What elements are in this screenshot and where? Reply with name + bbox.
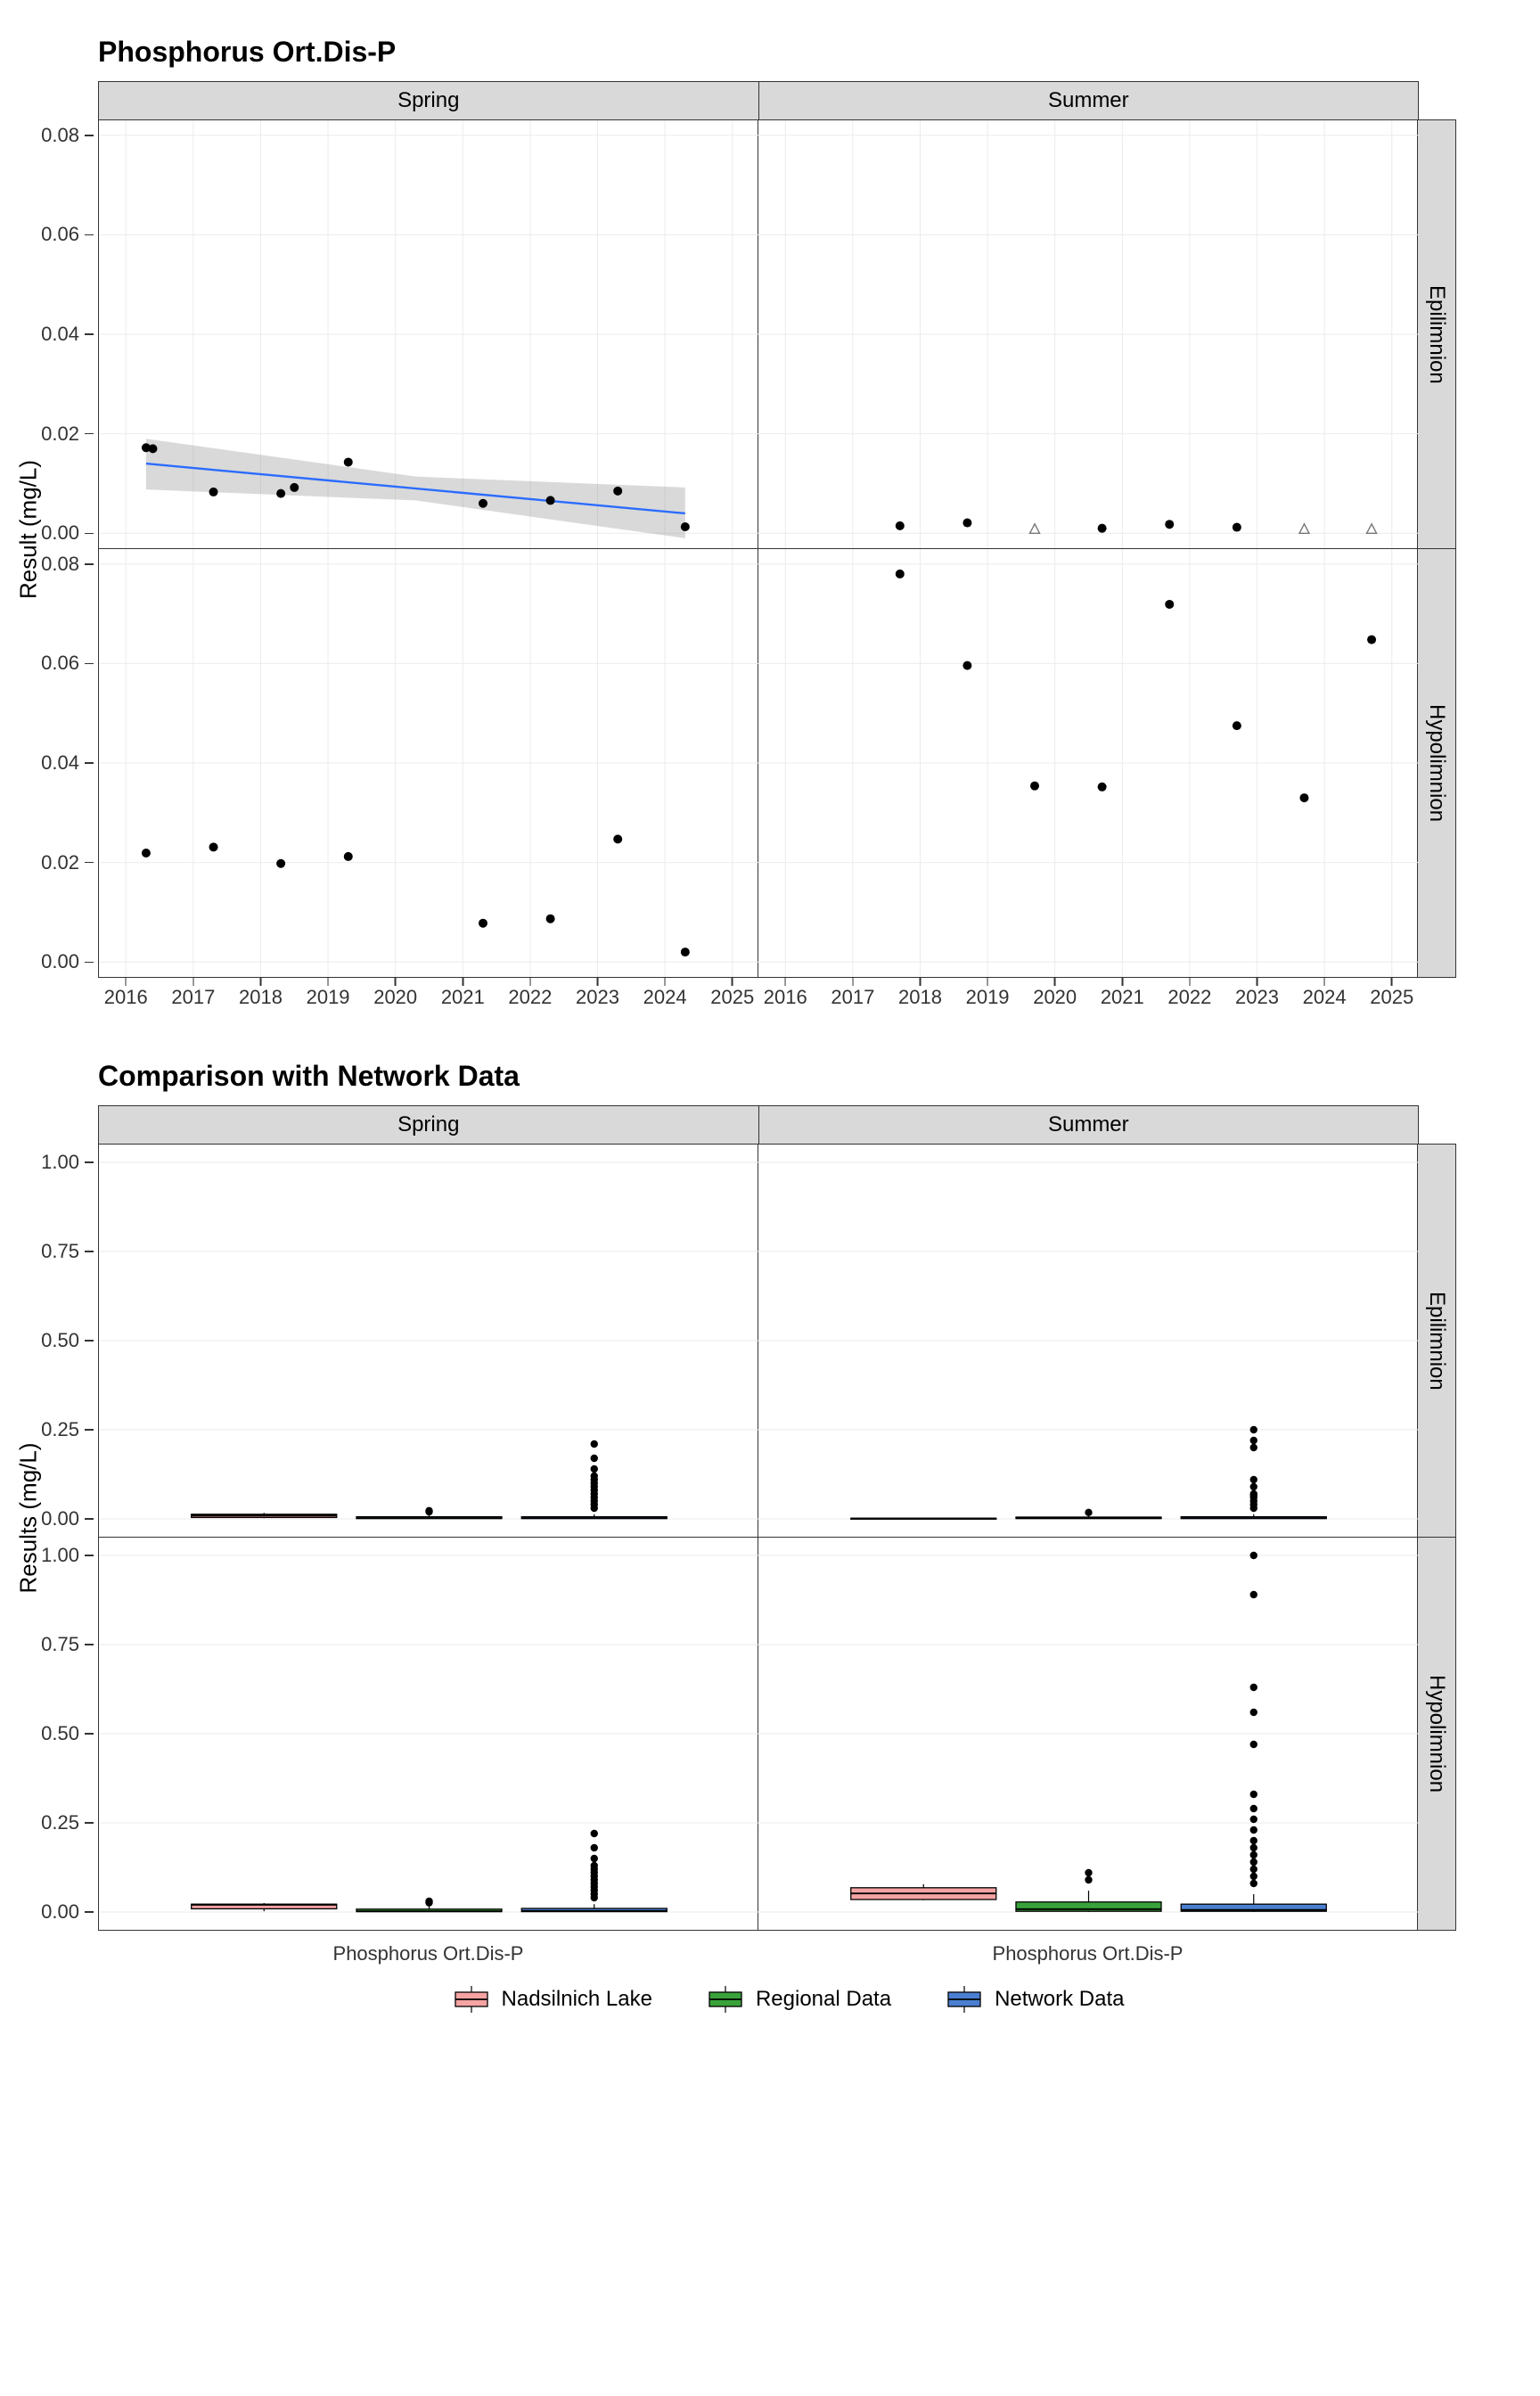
col-strip: Summer: [759, 81, 1420, 119]
col-strip: Summer: [759, 1105, 1420, 1144]
legend-key-icon: [706, 1984, 745, 2014]
row-strip: Epilimnion: [1418, 119, 1456, 549]
legend-key-icon: [945, 1984, 984, 2014]
legend: Nadsilnich Lake Regional Data: [98, 1984, 1478, 2014]
panel: [758, 119, 1418, 549]
panel: [758, 1144, 1418, 1538]
legend-item: Regional Data: [706, 1984, 891, 2014]
panel: 0.000.250.500.751.00: [98, 1144, 758, 1538]
panel: Phosphorus Ort.Dis-P: [758, 1538, 1418, 1931]
bottom-facet-grid: Results (mg/L) SpringSummer0.000.250.500…: [98, 1105, 1456, 1931]
bottom-chart-title: Comparison with Network Data: [98, 1060, 1478, 1093]
panel: 0.000.020.040.060.0820162017201820192020…: [98, 549, 758, 978]
row-strip: Hypolimnion: [1418, 549, 1456, 978]
col-strip: Spring: [98, 81, 759, 119]
legend-label: Nadsilnich Lake: [502, 1987, 652, 2012]
x-category-label: Phosphorus Ort.Dis-P: [99, 1930, 758, 1965]
col-strip: Spring: [98, 1105, 759, 1144]
top-chart-title: Phosphorus Ort.Dis-P: [98, 36, 1478, 69]
panel: 2016201720182019202020212022202320242025: [758, 549, 1418, 978]
legend-label: Regional Data: [756, 1987, 891, 2012]
row-strip: Epilimnion: [1418, 1144, 1456, 1538]
top-facet-grid: Result (mg/L) SpringSummer0.000.020.040.…: [98, 81, 1456, 978]
row-strip: Hypolimnion: [1418, 1538, 1456, 1931]
panel: 0.000.250.500.751.00Phosphorus Ort.Dis-P: [98, 1538, 758, 1931]
x-category-label: Phosphorus Ort.Dis-P: [758, 1930, 1417, 1965]
panel: 0.000.020.040.060.08: [98, 119, 758, 549]
legend-item: Network Data: [945, 1984, 1124, 2014]
legend-key-icon: [452, 1984, 491, 2014]
legend-item: Nadsilnich Lake: [452, 1984, 652, 2014]
legend-label: Network Data: [995, 1987, 1124, 2012]
